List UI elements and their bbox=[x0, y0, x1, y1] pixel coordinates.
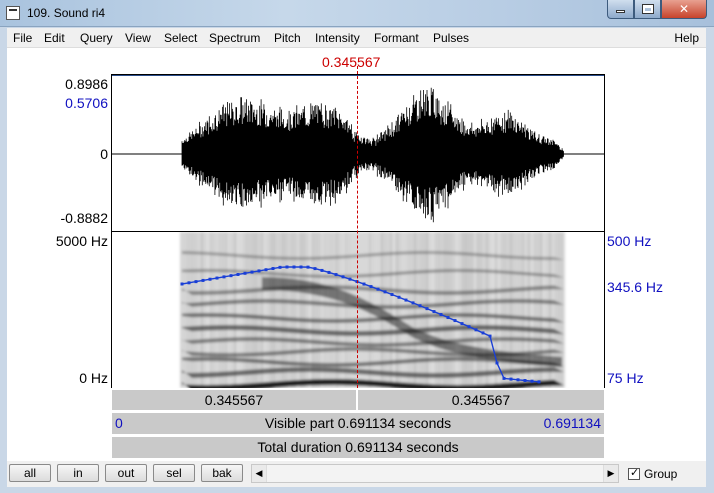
time-left-part-bar[interactable]: 0.345567 bbox=[111, 389, 357, 411]
maximize-button[interactable] bbox=[634, 0, 661, 19]
cursor-time-label: 0.345567 bbox=[322, 54, 381, 70]
waveform-panel[interactable] bbox=[111, 74, 605, 232]
menu-intensity[interactable]: Intensity bbox=[315, 31, 360, 45]
pitch-bottom-label: 75 Hz bbox=[607, 370, 644, 386]
waveform-svg bbox=[112, 87, 604, 223]
group-label: Group bbox=[644, 467, 678, 481]
menu-help[interactable]: Help bbox=[674, 31, 699, 45]
cursor-line bbox=[357, 66, 358, 388]
zoom-all-button[interactable]: all bbox=[9, 464, 51, 482]
minimize-icon bbox=[616, 10, 625, 13]
menu-view[interactable]: View bbox=[125, 31, 151, 45]
title-bar: 109. Sound ri4 ✕ bbox=[0, 0, 714, 27]
freq-top-label: 5000 Hz bbox=[55, 233, 108, 249]
zoom-out-button[interactable]: out bbox=[105, 464, 147, 482]
spectrogram-panel[interactable] bbox=[111, 232, 605, 388]
scroll-right-icon[interactable]: ▶ bbox=[603, 465, 618, 482]
visible-end-label: 0.691134 bbox=[543, 415, 601, 431]
visible-part-bar[interactable]: 0 Visible part 0.691134 seconds 0.691134 bbox=[111, 412, 605, 435]
time-scrollbar[interactable]: ◀ ▶ bbox=[251, 464, 619, 483]
zoom-in-button[interactable]: in bbox=[57, 464, 99, 482]
close-icon: ✕ bbox=[678, 2, 690, 16]
group-checkbox[interactable]: Group bbox=[628, 466, 678, 481]
menu-bar: File Edit Query View Select Spectrum Pit… bbox=[7, 28, 706, 48]
amplitude-zero-label: 0 bbox=[100, 146, 108, 162]
menu-file[interactable]: File bbox=[13, 31, 32, 45]
spectrogram-svg bbox=[180, 232, 566, 388]
visible-start-label: 0 bbox=[115, 415, 123, 431]
menu-spectrum[interactable]: Spectrum bbox=[209, 31, 260, 45]
menu-select[interactable]: Select bbox=[164, 31, 197, 45]
app-icon bbox=[6, 6, 20, 20]
amplitude-cursor-label: 0.5706 bbox=[65, 95, 108, 111]
menu-edit[interactable]: Edit bbox=[44, 31, 65, 45]
maximize-icon bbox=[641, 4, 654, 14]
menu-pitch[interactable]: Pitch bbox=[274, 31, 301, 45]
menu-formant[interactable]: Formant bbox=[374, 31, 419, 45]
menu-pulses[interactable]: Pulses bbox=[433, 31, 469, 45]
freq-bottom-label: 0 Hz bbox=[79, 370, 108, 386]
checkbox-icon bbox=[628, 466, 640, 480]
scroll-left-icon[interactable]: ◀ bbox=[252, 465, 267, 482]
amplitude-max-label: 0.8986 bbox=[65, 76, 108, 92]
zoom-selection-button[interactable]: sel bbox=[153, 464, 195, 482]
pitch-cursor-label: 345.6 Hz bbox=[607, 279, 664, 295]
total-duration-bar[interactable]: Total duration 0.691134 seconds bbox=[111, 436, 605, 459]
visible-part-label: Visible part 0.691134 seconds bbox=[264, 415, 452, 431]
minimize-button[interactable] bbox=[607, 0, 634, 19]
close-button[interactable]: ✕ bbox=[661, 0, 707, 19]
menu-query[interactable]: Query bbox=[80, 31, 113, 45]
window-title: 109. Sound ri4 bbox=[27, 6, 106, 20]
pitch-top-label: 500 Hz bbox=[607, 233, 652, 249]
zoom-back-button[interactable]: bak bbox=[201, 464, 243, 482]
amplitude-min-label: -0.8882 bbox=[60, 210, 108, 226]
time-right-part-bar[interactable]: 0.345567 bbox=[357, 389, 605, 411]
